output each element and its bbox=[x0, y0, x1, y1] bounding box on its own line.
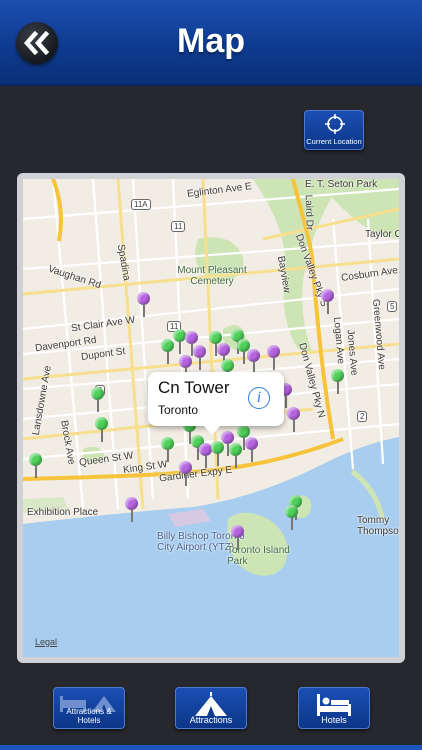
tab-label: Hotels bbox=[321, 715, 347, 725]
crosshair-icon bbox=[325, 114, 345, 134]
map-callout[interactable]: Cn Tower Toronto i bbox=[148, 372, 284, 435]
map-pin[interactable] bbox=[321, 289, 335, 315]
map-frame: Eglinton Ave E E. T. Seton Park Taylor C… bbox=[17, 173, 405, 663]
shield-11: 11 bbox=[171, 221, 186, 232]
tab-attractions-hotels[interactable]: Attractions & Hotels bbox=[53, 687, 125, 729]
map-pin[interactable] bbox=[161, 437, 175, 463]
label-seton: E. T. Seton Park bbox=[305, 179, 378, 190]
label-exhibition: Exhibition Place bbox=[27, 507, 99, 518]
map-pin[interactable] bbox=[331, 369, 345, 395]
tab-label: Attractions bbox=[189, 715, 233, 725]
info-icon[interactable]: i bbox=[248, 387, 270, 409]
bottom-strip bbox=[0, 745, 422, 750]
map-pin[interactable] bbox=[193, 345, 207, 371]
map-pin[interactable] bbox=[179, 461, 193, 487]
map-pin[interactable] bbox=[95, 417, 109, 443]
map-view[interactable]: Eglinton Ave E E. T. Seton Park Taylor C… bbox=[23, 179, 399, 657]
map-pin[interactable] bbox=[125, 497, 139, 523]
map-pin[interactable] bbox=[285, 505, 299, 531]
tab-hotels[interactable]: Hotels bbox=[298, 687, 370, 729]
label-tommy: Tommy Thompson bbox=[357, 515, 399, 537]
bottom-tab-bar: Attractions & Hotels Attractions Hotels bbox=[0, 673, 422, 750]
callout-subtitle: Toronto bbox=[158, 403, 199, 417]
label-cemetery: Mount Pleasant Cemetery bbox=[177, 265, 247, 287]
shield-2: 2 bbox=[357, 411, 368, 422]
map-pin[interactable] bbox=[29, 453, 43, 479]
map-pin[interactable] bbox=[267, 345, 281, 371]
map-pin[interactable] bbox=[137, 292, 151, 318]
legal-link[interactable]: Legal bbox=[35, 637, 57, 647]
tab-label: Attractions & Hotels bbox=[66, 707, 112, 725]
label-laird: Laird Dr bbox=[302, 194, 315, 231]
label-taylor: Taylor Cr bbox=[365, 229, 399, 240]
callout-title: Cn Tower bbox=[158, 378, 230, 397]
map-pin[interactable] bbox=[91, 387, 105, 413]
tab-attractions[interactable]: Attractions bbox=[175, 687, 247, 729]
current-location-label: Current Location bbox=[306, 137, 362, 146]
page-title: Map bbox=[177, 22, 245, 60]
shield-5b: 5 bbox=[387, 301, 398, 312]
current-location-button[interactable]: Current Location bbox=[304, 110, 364, 150]
map-pin[interactable] bbox=[245, 437, 259, 463]
map-pin[interactable] bbox=[161, 339, 175, 365]
shield-11a: 11A bbox=[131, 199, 151, 210]
header-bar: Map bbox=[0, 0, 422, 86]
map-pin[interactable] bbox=[231, 525, 245, 551]
map-pin[interactable] bbox=[287, 407, 301, 433]
